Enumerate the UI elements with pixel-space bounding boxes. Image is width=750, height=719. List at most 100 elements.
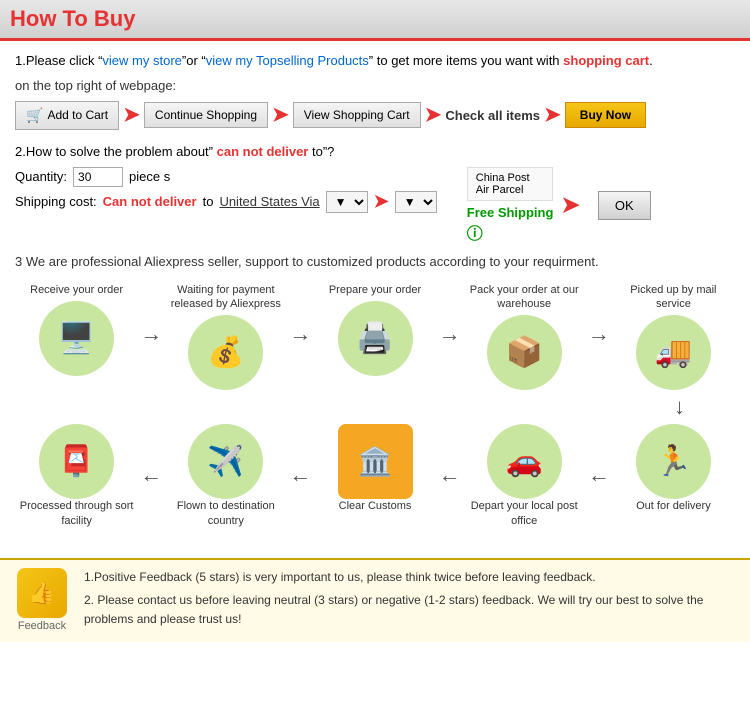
buy-now-label: Buy Now bbox=[580, 108, 631, 122]
process-item-payment: Waiting for payment released by Aliexpre… bbox=[164, 283, 287, 391]
step3-text: 3 We are professional Aliexpress seller,… bbox=[15, 254, 735, 269]
step1-between: ”or “ bbox=[182, 53, 206, 68]
step2-suffix: to”? bbox=[308, 144, 334, 159]
icon-pack: 📦 bbox=[487, 315, 562, 390]
ok-label: OK bbox=[615, 198, 634, 213]
label-sort: Processed through sort facility bbox=[15, 499, 138, 528]
shipping-cost-label: Shipping cost: bbox=[15, 194, 97, 209]
step1-sub: on the top right of webpage: bbox=[15, 78, 735, 93]
process-item-prepare: Prepare your order 🖨️ bbox=[313, 283, 436, 376]
shipping-right: China Post Air Parcel Free Shipping ⓘ ➤ … bbox=[467, 167, 651, 244]
down-arrow: ↓ bbox=[15, 394, 735, 420]
process-item-pack: Pack your order at our warehouse 📦 bbox=[463, 283, 586, 391]
icon-prepare: 🖨️ bbox=[338, 301, 413, 376]
united-states-via: United States Via bbox=[219, 194, 319, 209]
arrow-p2: → bbox=[287, 321, 313, 347]
shipping-cost-row: Shipping cost: Can not deliver to United… bbox=[15, 191, 437, 213]
arrow-b2: ← bbox=[437, 462, 463, 488]
china-post-box: China Post Air Parcel bbox=[467, 167, 554, 201]
label-receive: Receive your order bbox=[30, 283, 123, 297]
label-depart: Depart your local post office bbox=[463, 499, 586, 528]
arrow-p1: → bbox=[138, 321, 164, 347]
label-delivery: Out for delivery bbox=[636, 499, 711, 513]
arrow-b3: ← bbox=[287, 462, 313, 488]
process-item-depart: 🚗 Depart your local post office bbox=[463, 424, 586, 532]
label-flown: Flown to destination country bbox=[164, 499, 287, 528]
process-item-delivery: 🏃 Out for delivery bbox=[612, 424, 735, 517]
feedback-icon-box: 👍 Feedback bbox=[12, 568, 72, 632]
cart-icon: 🛒 bbox=[26, 107, 43, 124]
quantity-label: Quantity: bbox=[15, 169, 67, 184]
to-label: to bbox=[203, 194, 214, 209]
china-post-line2: Air Parcel bbox=[476, 184, 545, 196]
process-item-receive: Receive your order 🖥️ bbox=[15, 283, 138, 376]
process-bottom-row: 🏃 Out for delivery ← 🚗 Depart your local… bbox=[15, 424, 735, 532]
china-post-info: China Post Air Parcel Free Shipping ⓘ bbox=[467, 167, 554, 244]
cart-flow: 🛒 Add to Cart ➤ Continue Shopping ➤ View… bbox=[15, 101, 735, 130]
feedback-section: 👍 Feedback 1.Positive Feedback (5 stars)… bbox=[0, 558, 750, 642]
step2-prefix: 2.How to solve the problem about” bbox=[15, 144, 217, 159]
icon-flown: ✈️ bbox=[188, 424, 263, 499]
feedback-badge: 👍 bbox=[17, 568, 67, 618]
buy-now-button[interactable]: Buy Now bbox=[565, 102, 646, 128]
shipping-left: Quantity: piece s Shipping cost: Can not… bbox=[15, 167, 437, 217]
label-pack: Pack your order at our warehouse bbox=[463, 283, 586, 312]
feedback-thumb-icon: 👍 bbox=[28, 580, 55, 606]
arrow-p3: → bbox=[437, 321, 463, 347]
shipping-dropdown[interactable]: ▼ bbox=[326, 191, 368, 213]
view-cart-button[interactable]: View Shopping Cart bbox=[293, 102, 421, 128]
free-shipping-icon: ⓘ bbox=[467, 226, 483, 243]
step1-prefix: 1.Please click “ bbox=[15, 53, 102, 68]
arrow4: ➤ bbox=[544, 105, 561, 125]
label-prepare: Prepare your order bbox=[329, 283, 421, 297]
arrow-b1: ← bbox=[586, 462, 612, 488]
header-bar: How To Buy bbox=[0, 0, 750, 41]
continue-shopping-button[interactable]: Continue Shopping bbox=[144, 102, 268, 128]
icon-customs: 🏛️ bbox=[338, 424, 413, 499]
process-item-sort: 📮 Processed through sort facility bbox=[15, 424, 138, 532]
cannot-deliver-text: can not deliver bbox=[217, 144, 309, 159]
shipping-dropdown2[interactable]: ▼ bbox=[395, 191, 437, 213]
icon-receive: 🖥️ bbox=[39, 301, 114, 376]
shipping-section: Quantity: piece s Shipping cost: Can not… bbox=[15, 167, 735, 244]
view-cart-label: View Shopping Cart bbox=[304, 108, 410, 122]
check-all-items: Check all items bbox=[445, 108, 540, 123]
step2-text: 2.How to solve the problem about” can no… bbox=[15, 144, 735, 159]
arrow2: ➤ bbox=[272, 105, 289, 125]
arrow3: ➤ bbox=[425, 105, 442, 125]
continue-shopping-label: Continue Shopping bbox=[155, 108, 257, 122]
step1-text: 1.Please click “view my store”or “view m… bbox=[15, 51, 735, 72]
icon-depart: 🚗 bbox=[487, 424, 562, 499]
ok-button[interactable]: OK bbox=[598, 191, 651, 220]
label-customs: Clear Customs bbox=[339, 499, 412, 513]
process-item-flown: ✈️ Flown to destination country bbox=[164, 424, 287, 532]
feedback-line1: 1.Positive Feedback (5 stars) is very im… bbox=[84, 568, 738, 587]
add-to-cart-label: Add to Cart bbox=[47, 108, 108, 122]
main-content: 1.Please click “view my store”or “view m… bbox=[0, 41, 750, 558]
view-topselling-link[interactable]: view my Topselling Products bbox=[206, 53, 369, 68]
feedback-line2: 2. Please contact us before leaving neut… bbox=[84, 591, 738, 629]
process-item-pickup: Picked up by mail service 🚚 bbox=[612, 283, 735, 391]
label-pickup: Picked up by mail service bbox=[612, 283, 735, 312]
cannot-deliver-label: Can not deliver bbox=[103, 194, 197, 209]
icon-pickup: 🚚 bbox=[636, 315, 711, 390]
icon-payment: 💰 bbox=[188, 315, 263, 390]
quantity-input[interactable] bbox=[73, 167, 123, 187]
arrow5: ➤ bbox=[374, 191, 389, 212]
arrow-p4: → bbox=[586, 321, 612, 347]
icon-sort: 📮 bbox=[39, 424, 114, 499]
process-top-row: Receive your order 🖥️ → Waiting for paym… bbox=[15, 283, 735, 391]
step1-after: ” to get more items you want with bbox=[369, 53, 563, 68]
icon-delivery: 🏃 bbox=[636, 424, 711, 499]
free-shipping-text: Free Shipping ⓘ bbox=[467, 205, 554, 244]
view-my-store-link[interactable]: view my store bbox=[102, 53, 181, 68]
piece-label: piece s bbox=[129, 169, 170, 184]
quantity-row: Quantity: piece s bbox=[15, 167, 437, 187]
add-to-cart-button[interactable]: 🛒 Add to Cart bbox=[15, 101, 119, 130]
arrow6: ➤ bbox=[561, 192, 579, 218]
process-section: Receive your order 🖥️ → Waiting for paym… bbox=[15, 283, 735, 532]
shopping-cart-highlight: shopping cart bbox=[563, 53, 649, 68]
arrow-b4: ← bbox=[138, 462, 164, 488]
feedback-text: 1.Positive Feedback (5 stars) is very im… bbox=[84, 568, 738, 634]
label-payment: Waiting for payment released by Aliexpre… bbox=[164, 283, 287, 312]
